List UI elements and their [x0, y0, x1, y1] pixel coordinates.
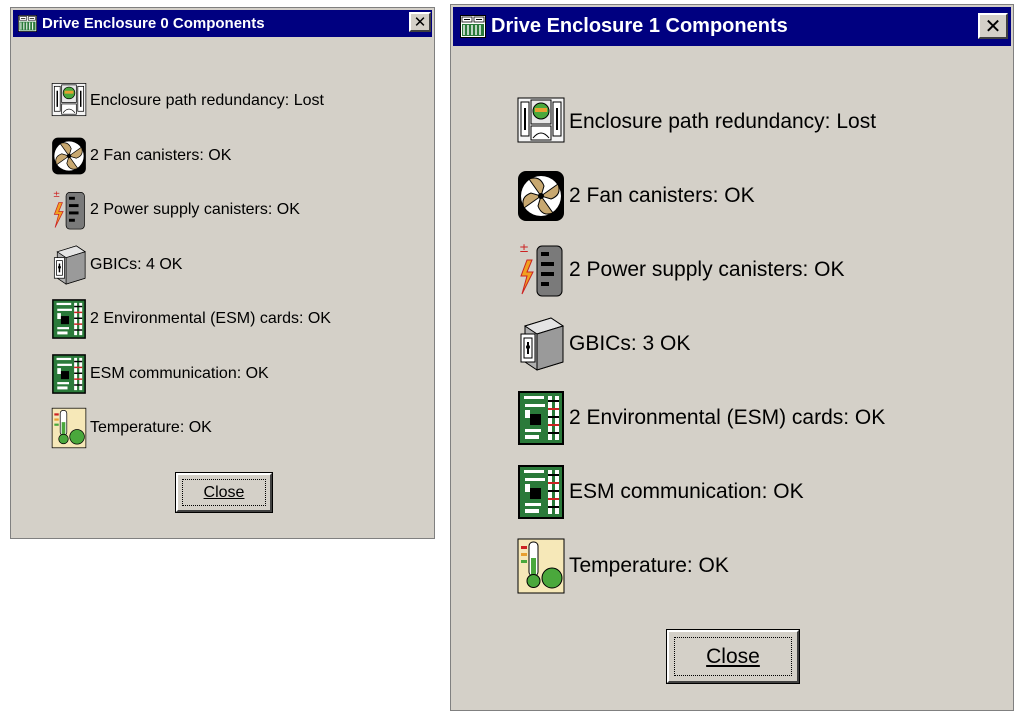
esm-card-icon [517, 388, 565, 448]
title-bar[interactable]: Drive Enclosure 0 Components [13, 10, 432, 37]
component-label: ESM communication: OK [90, 364, 269, 382]
gbic-icon [517, 314, 565, 374]
component-label: GBICs: 4 OK [90, 255, 183, 273]
enclosure-path-icon [517, 92, 565, 152]
esm-card-icon [51, 352, 87, 396]
component-label: Enclosure path redundancy: Lost [569, 110, 877, 133]
title-close-button[interactable]: ✕ [409, 12, 431, 32]
component-power-supply: 2 Power supply canisters: OK [517, 233, 885, 307]
fan-icon [51, 134, 87, 178]
component-fans: 2 Fan canisters: OK [517, 159, 885, 233]
component-enclosure-path: Enclosure path redundancy: Lost [517, 85, 885, 159]
esm-card-icon [51, 297, 87, 341]
component-label: GBICs: 3 OK [569, 332, 691, 355]
component-esm-cards: 2 Environmental (ESM) cards: OK [517, 381, 885, 455]
window-title: Drive Enclosure 1 Components [491, 15, 788, 37]
component-fans: 2 Fan canisters: OK [51, 129, 331, 184]
window-title: Drive Enclosure 0 Components [42, 15, 265, 32]
component-esm-communication: ESM communication: OK [517, 455, 885, 529]
component-list: Enclosure path redundancy: Lost 2 Fan ca… [51, 74, 331, 456]
component-temperature: Temperature: OK [51, 401, 331, 456]
component-esm-cards: 2 Environmental (ESM) cards: OK [51, 292, 331, 347]
thermometer-icon [51, 406, 87, 450]
component-gbics: GBICs: 4 OK [51, 238, 331, 293]
component-esm-communication: ESM communication: OK [51, 347, 331, 402]
enclosure-path-icon [51, 79, 87, 123]
enclosure-grid-icon [460, 15, 486, 38]
component-label: Temperature: OK [569, 554, 729, 577]
component-label: Enclosure path redundancy: Lost [90, 92, 324, 110]
close-button[interactable]: Close [175, 472, 273, 513]
close-button-label: Close [674, 637, 792, 676]
component-label: 2 Power supply canisters: OK [569, 258, 845, 281]
component-list: Enclosure path redundancy: Lost 2 Fan ca… [517, 85, 885, 603]
fan-icon [517, 166, 565, 226]
component-label: Temperature: OK [90, 419, 212, 437]
component-enclosure-path: Enclosure path redundancy: Lost [51, 74, 331, 129]
enclosure-0-window: Drive Enclosure 0 Components ✕ Enclosure… [10, 7, 435, 539]
component-power-supply: 2 Power supply canisters: OK [51, 183, 331, 238]
component-label: 2 Environmental (ESM) cards: OK [90, 310, 331, 328]
component-label: 2 Environmental (ESM) cards: OK [569, 406, 886, 429]
thermometer-icon [517, 536, 565, 596]
enclosure-1-window: Drive Enclosure 1 Components ✕ Enclosure… [450, 4, 1014, 711]
component-label: 2 Fan canisters: OK [90, 146, 232, 164]
esm-card-icon [517, 462, 565, 522]
component-gbics: GBICs: 3 OK [517, 307, 885, 381]
title-close-button[interactable]: ✕ [978, 13, 1008, 39]
component-label: 2 Fan canisters: OK [569, 184, 755, 207]
close-button[interactable]: Close [666, 629, 800, 684]
power-supply-icon [51, 188, 87, 232]
power-supply-icon [517, 240, 565, 300]
component-temperature: Temperature: OK [517, 529, 885, 603]
component-label: 2 Power supply canisters: OK [90, 201, 300, 219]
gbic-icon [51, 243, 87, 287]
title-bar[interactable]: Drive Enclosure 1 Components [453, 7, 1011, 46]
component-label: ESM communication: OK [569, 480, 804, 503]
close-button-label: Close [182, 479, 266, 506]
enclosure-grid-icon [18, 15, 37, 32]
